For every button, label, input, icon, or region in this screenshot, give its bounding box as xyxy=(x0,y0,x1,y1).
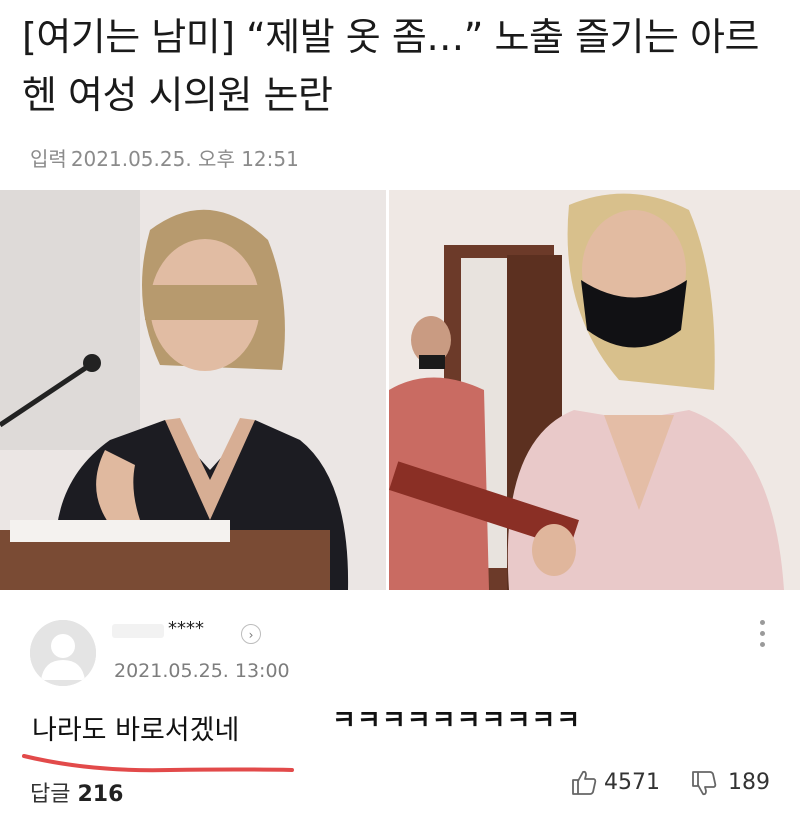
username-redaction xyxy=(112,624,164,638)
username[interactable]: **** xyxy=(168,618,204,639)
comment-card: **** › 2021.05.25. 13:00 나라도 바로서겠네 ㅋㅋㅋㅋㅋ… xyxy=(0,600,800,818)
default-avatar-icon xyxy=(30,620,96,686)
comment-text: 나라도 바로서겠네 xyxy=(32,715,240,746)
like-count: 4571 xyxy=(604,770,660,795)
article-date-value: 2021.05.25. 오후 12:51 xyxy=(70,147,299,171)
chevron-right-icon[interactable]: › xyxy=(241,624,261,644)
article-photos xyxy=(0,190,800,590)
photo-right xyxy=(389,190,800,590)
photo-left xyxy=(0,190,386,590)
replies-count: 216 xyxy=(77,782,124,807)
thumbs-up-icon xyxy=(572,770,597,795)
thumbs-down-icon xyxy=(692,771,717,796)
comment-date: 2021.05.25. 13:00 xyxy=(114,660,290,682)
kebab-menu-icon[interactable] xyxy=(756,620,768,656)
replies-label: 답글 xyxy=(30,782,71,807)
avatar[interactable] xyxy=(30,620,96,686)
dislike-count: 189 xyxy=(728,770,770,795)
replies-link[interactable]: 답글 216 xyxy=(30,776,123,808)
article-date-label: 입력 xyxy=(30,147,67,171)
article-headline: [여기는 남미] “제발 옷 좀…” 노출 즐기는 아르헨 여성 시의원 논란 xyxy=(22,15,759,117)
reaction-text: ㅋㅋㅋㅋㅋㅋㅋㅋㅋㅋ xyxy=(332,706,582,736)
article-date: 입력 2021.05.25. 오후 12:51 xyxy=(30,143,303,172)
